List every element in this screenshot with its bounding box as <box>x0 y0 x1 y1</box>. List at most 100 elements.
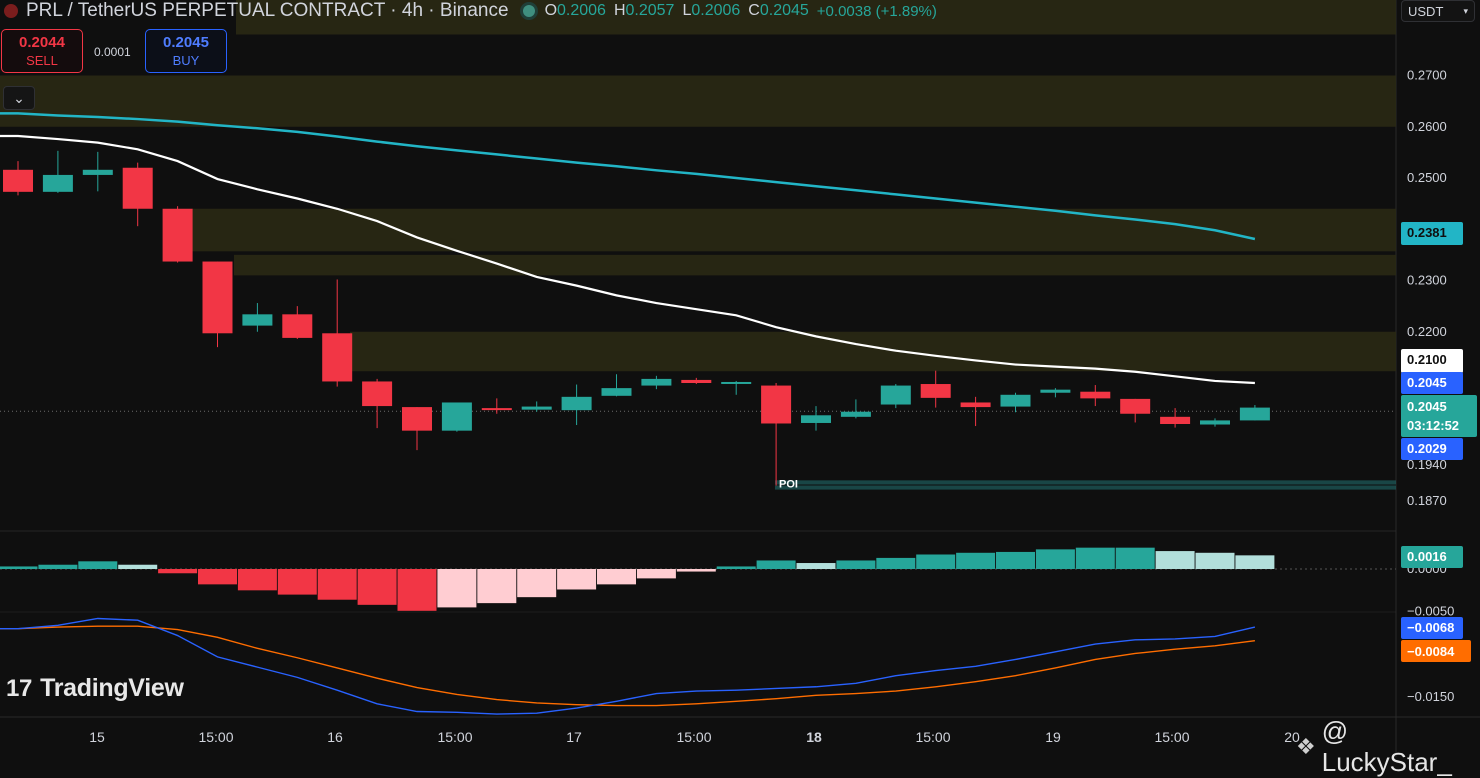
buy-button[interactable]: 0.2045 BUY <box>145 29 227 73</box>
price-tick-label: 0.2600 <box>1407 119 1447 134</box>
ema-slow-tag-text: 0.2381 <box>1407 225 1447 240</box>
ohlc-close: C0.2045 <box>748 2 809 20</box>
candle-body <box>521 406 552 410</box>
histogram-bar <box>38 564 78 569</box>
candle-body <box>1239 407 1270 421</box>
tradingview-logo[interactable]: 17 TradingView <box>6 674 184 703</box>
candle <box>282 306 313 339</box>
price-change: +0.0038 (+1.89%) <box>816 2 937 20</box>
current-price-tag: 0.2045 03:12:52 <box>1401 395 1477 437</box>
candle-body <box>202 261 233 334</box>
time-tick-label: 16 <box>327 729 343 745</box>
histogram-tag-text: 0.0016 <box>1407 549 1447 564</box>
time-axis[interactable]: 15 15:00 16 15:00 17 15:00 18 15:00 19 15:00 20 <box>89 729 1300 745</box>
histogram-bar <box>876 557 916 569</box>
open-value: 0.2006 <box>557 2 606 19</box>
time-tick-label: 15 <box>89 729 105 745</box>
histogram-bar <box>836 560 876 569</box>
histogram-bar <box>517 569 557 598</box>
candle-body <box>1160 416 1191 424</box>
time-tick-label: 18 <box>806 729 822 745</box>
countdown-text: 03:12:52 <box>1407 418 1459 433</box>
currency-label: USDT <box>1408 3 1444 19</box>
ohlc-open: O0.2006 <box>545 2 606 20</box>
candle-body <box>761 385 792 424</box>
histogram-bar <box>277 569 317 595</box>
candle <box>761 383 792 486</box>
candle <box>362 378 393 429</box>
symbol-title[interactable]: PRL / TetherUS PERPETUAL CONTRACT · 4h ·… <box>26 0 509 22</box>
candle <box>1200 418 1230 427</box>
histogram-bar <box>477 569 517 604</box>
ohlc-low: L0.2006 <box>682 2 740 20</box>
candle-body <box>162 208 193 262</box>
candle <box>481 398 512 414</box>
histogram-bar <box>397 569 437 611</box>
current-price-text: 0.2045 <box>1407 399 1447 414</box>
candle <box>122 162 153 227</box>
histogram-bar <box>1195 552 1235 569</box>
high-label: H <box>613 2 626 19</box>
candle <box>441 402 472 432</box>
candle-body <box>441 402 472 431</box>
candle <box>920 370 951 408</box>
low-value: 0.2006 <box>691 2 741 19</box>
signal-line <box>0 625 1255 707</box>
candle <box>840 399 871 419</box>
candle-body <box>641 378 672 386</box>
candle-body <box>402 407 432 431</box>
histogram-bar <box>557 569 597 590</box>
upper-band-tag: 0.2045 <box>1401 372 1463 394</box>
candle-body <box>601 388 632 396</box>
signal-tag-text: −0.0084 <box>1407 644 1455 659</box>
candle-body <box>122 167 153 209</box>
candles <box>3 150 1270 486</box>
histogram-bar <box>317 569 357 600</box>
sell-button[interactable]: 0.2044 SELL <box>1 29 83 73</box>
symbol-icon <box>4 4 18 18</box>
price-labels: 0.2381 0.2100 0.2045 0.2045 03:12:52 0.2029 0.… <box>1401 222 1477 662</box>
candle-body <box>1000 394 1031 407</box>
macd-tick-label: −0.0050 <box>1407 604 1454 619</box>
candle <box>322 279 353 387</box>
sell-label: SELL <box>26 53 58 68</box>
watermark-text: @ LuckyStar_ <box>1321 716 1452 777</box>
histogram-bar <box>996 551 1035 569</box>
zone-upper <box>0 75 1396 127</box>
histogram-bar <box>676 569 716 572</box>
candle-body <box>481 408 512 411</box>
open-label: O <box>544 2 558 19</box>
time-tick-label: 15:00 <box>676 729 711 745</box>
collapse-button[interactable]: ⌄ <box>3 86 35 110</box>
candle-body <box>362 381 393 407</box>
tradingview-logo-icon: 17 <box>6 674 33 702</box>
time-tick-label: 17 <box>566 729 582 745</box>
candle <box>721 380 752 395</box>
candle-body <box>960 402 991 408</box>
candle-body <box>801 415 831 423</box>
candle <box>960 396 991 427</box>
caret-down-icon: ▾ <box>1463 5 1468 16</box>
ema-slow-tag: 0.2381 <box>1401 222 1463 245</box>
candle <box>1239 405 1270 421</box>
candle-body <box>1120 398 1151 414</box>
macd-tag-text: −0.0068 <box>1407 620 1454 635</box>
zone-resistance <box>350 331 1396 372</box>
candle-body <box>322 333 353 382</box>
time-tick-label: 15:00 <box>437 729 472 745</box>
buy-label: BUY <box>172 53 200 68</box>
candle-body <box>1040 389 1071 393</box>
candle <box>402 407 432 451</box>
ema-fast-tag: 0.2100 <box>1401 349 1463 373</box>
price-tick-label: 0.2200 <box>1407 324 1447 339</box>
macd-lines <box>0 617 1256 715</box>
candle <box>3 161 33 196</box>
candle <box>521 401 552 412</box>
market-status-icon <box>522 5 535 17</box>
poi-label: POI <box>779 479 798 491</box>
histogram-bar <box>158 569 198 574</box>
chart-canvas[interactable]: POI 0.27000.26000.25000.23000.22000.1940… <box>0 0 1480 757</box>
high-value: 0.2057 <box>625 2 675 19</box>
currency-selector[interactable]: USDT ▾ <box>1401 0 1475 22</box>
candle-body <box>880 385 911 405</box>
